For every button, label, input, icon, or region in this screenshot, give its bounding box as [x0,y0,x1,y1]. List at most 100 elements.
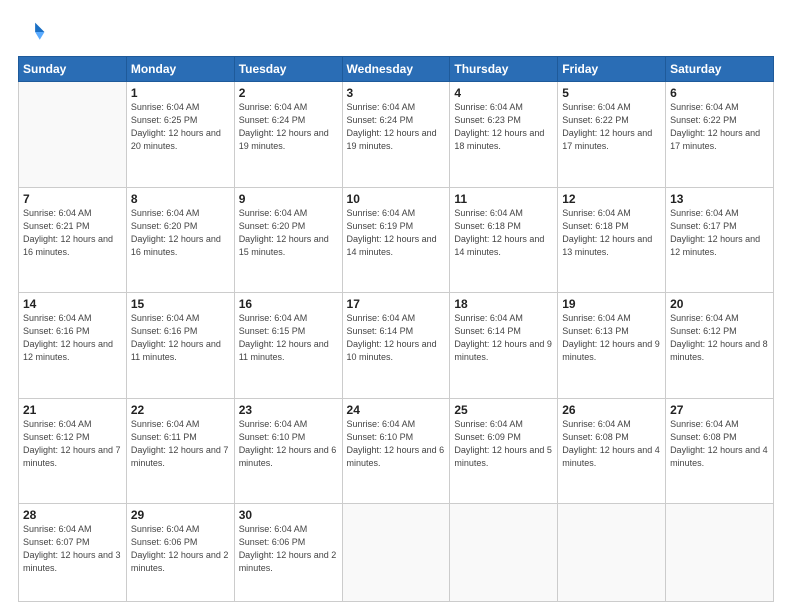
day-number: 30 [239,508,338,522]
calendar-cell: 8Sunrise: 6:04 AMSunset: 6:20 PMDaylight… [126,187,234,293]
day-info: Sunrise: 6:04 AMSunset: 6:14 PMDaylight:… [454,312,553,364]
day-info: Sunrise: 6:04 AMSunset: 6:21 PMDaylight:… [23,207,122,259]
weekday-header-tuesday: Tuesday [234,57,342,82]
day-info: Sunrise: 6:04 AMSunset: 6:15 PMDaylight:… [239,312,338,364]
calendar-cell: 5Sunrise: 6:04 AMSunset: 6:22 PMDaylight… [558,82,666,188]
calendar-week-row: 21Sunrise: 6:04 AMSunset: 6:12 PMDayligh… [19,398,774,504]
calendar-cell: 11Sunrise: 6:04 AMSunset: 6:18 PMDayligh… [450,187,558,293]
calendar-cell: 7Sunrise: 6:04 AMSunset: 6:21 PMDaylight… [19,187,127,293]
calendar-cell: 13Sunrise: 6:04 AMSunset: 6:17 PMDayligh… [666,187,774,293]
day-number: 18 [454,297,553,311]
day-info: Sunrise: 6:04 AMSunset: 6:06 PMDaylight:… [239,523,338,575]
day-info: Sunrise: 6:04 AMSunset: 6:16 PMDaylight:… [131,312,230,364]
day-info: Sunrise: 6:04 AMSunset: 6:20 PMDaylight:… [131,207,230,259]
day-info: Sunrise: 6:04 AMSunset: 6:24 PMDaylight:… [239,101,338,153]
day-number: 15 [131,297,230,311]
calendar-cell: 24Sunrise: 6:04 AMSunset: 6:10 PMDayligh… [342,398,450,504]
day-number: 10 [347,192,446,206]
calendar-cell: 6Sunrise: 6:04 AMSunset: 6:22 PMDaylight… [666,82,774,188]
calendar-week-row: 28Sunrise: 6:04 AMSunset: 6:07 PMDayligh… [19,504,774,602]
calendar-cell: 12Sunrise: 6:04 AMSunset: 6:18 PMDayligh… [558,187,666,293]
day-number: 13 [670,192,769,206]
calendar-cell: 25Sunrise: 6:04 AMSunset: 6:09 PMDayligh… [450,398,558,504]
day-info: Sunrise: 6:04 AMSunset: 6:25 PMDaylight:… [131,101,230,153]
calendar-cell: 9Sunrise: 6:04 AMSunset: 6:20 PMDaylight… [234,187,342,293]
day-number: 24 [347,403,446,417]
day-info: Sunrise: 6:04 AMSunset: 6:06 PMDaylight:… [131,523,230,575]
day-number: 2 [239,86,338,100]
calendar-cell: 20Sunrise: 6:04 AMSunset: 6:12 PMDayligh… [666,293,774,399]
day-number: 22 [131,403,230,417]
calendar-cell: 1Sunrise: 6:04 AMSunset: 6:25 PMDaylight… [126,82,234,188]
day-number: 14 [23,297,122,311]
day-number: 25 [454,403,553,417]
day-info: Sunrise: 6:04 AMSunset: 6:20 PMDaylight:… [239,207,338,259]
calendar-cell [342,504,450,602]
day-info: Sunrise: 6:04 AMSunset: 6:07 PMDaylight:… [23,523,122,575]
weekday-header-sunday: Sunday [19,57,127,82]
weekday-header-thursday: Thursday [450,57,558,82]
day-info: Sunrise: 6:04 AMSunset: 6:08 PMDaylight:… [670,418,769,470]
calendar-cell: 26Sunrise: 6:04 AMSunset: 6:08 PMDayligh… [558,398,666,504]
day-info: Sunrise: 6:04 AMSunset: 6:08 PMDaylight:… [562,418,661,470]
day-info: Sunrise: 6:04 AMSunset: 6:24 PMDaylight:… [347,101,446,153]
day-number: 8 [131,192,230,206]
day-info: Sunrise: 6:04 AMSunset: 6:19 PMDaylight:… [347,207,446,259]
day-number: 26 [562,403,661,417]
page: SundayMondayTuesdayWednesdayThursdayFrid… [0,0,792,612]
calendar-cell: 21Sunrise: 6:04 AMSunset: 6:12 PMDayligh… [19,398,127,504]
day-info: Sunrise: 6:04 AMSunset: 6:18 PMDaylight:… [454,207,553,259]
calendar-cell [666,504,774,602]
day-number: 19 [562,297,661,311]
day-info: Sunrise: 6:04 AMSunset: 6:14 PMDaylight:… [347,312,446,364]
day-number: 3 [347,86,446,100]
calendar-cell: 30Sunrise: 6:04 AMSunset: 6:06 PMDayligh… [234,504,342,602]
day-info: Sunrise: 6:04 AMSunset: 6:18 PMDaylight:… [562,207,661,259]
day-info: Sunrise: 6:04 AMSunset: 6:10 PMDaylight:… [347,418,446,470]
day-number: 1 [131,86,230,100]
calendar-cell [558,504,666,602]
calendar-cell: 4Sunrise: 6:04 AMSunset: 6:23 PMDaylight… [450,82,558,188]
logo-icon [18,18,46,46]
day-number: 12 [562,192,661,206]
day-number: 17 [347,297,446,311]
header [18,18,774,46]
day-info: Sunrise: 6:04 AMSunset: 6:11 PMDaylight:… [131,418,230,470]
day-number: 20 [670,297,769,311]
day-info: Sunrise: 6:04 AMSunset: 6:09 PMDaylight:… [454,418,553,470]
calendar-cell: 23Sunrise: 6:04 AMSunset: 6:10 PMDayligh… [234,398,342,504]
calendar-week-row: 14Sunrise: 6:04 AMSunset: 6:16 PMDayligh… [19,293,774,399]
day-number: 29 [131,508,230,522]
calendar-cell: 15Sunrise: 6:04 AMSunset: 6:16 PMDayligh… [126,293,234,399]
day-info: Sunrise: 6:04 AMSunset: 6:22 PMDaylight:… [670,101,769,153]
day-info: Sunrise: 6:04 AMSunset: 6:12 PMDaylight:… [670,312,769,364]
day-number: 11 [454,192,553,206]
day-info: Sunrise: 6:04 AMSunset: 6:22 PMDaylight:… [562,101,661,153]
calendar-cell: 22Sunrise: 6:04 AMSunset: 6:11 PMDayligh… [126,398,234,504]
calendar-table: SundayMondayTuesdayWednesdayThursdayFrid… [18,56,774,602]
calendar-cell: 17Sunrise: 6:04 AMSunset: 6:14 PMDayligh… [342,293,450,399]
calendar-cell: 19Sunrise: 6:04 AMSunset: 6:13 PMDayligh… [558,293,666,399]
day-info: Sunrise: 6:04 AMSunset: 6:23 PMDaylight:… [454,101,553,153]
day-info: Sunrise: 6:04 AMSunset: 6:16 PMDaylight:… [23,312,122,364]
day-number: 5 [562,86,661,100]
calendar-cell: 14Sunrise: 6:04 AMSunset: 6:16 PMDayligh… [19,293,127,399]
calendar-cell: 3Sunrise: 6:04 AMSunset: 6:24 PMDaylight… [342,82,450,188]
day-number: 4 [454,86,553,100]
day-number: 16 [239,297,338,311]
day-info: Sunrise: 6:04 AMSunset: 6:13 PMDaylight:… [562,312,661,364]
day-number: 23 [239,403,338,417]
weekday-header-row: SundayMondayTuesdayWednesdayThursdayFrid… [19,57,774,82]
weekday-header-monday: Monday [126,57,234,82]
day-number: 9 [239,192,338,206]
calendar-week-row: 7Sunrise: 6:04 AMSunset: 6:21 PMDaylight… [19,187,774,293]
day-number: 28 [23,508,122,522]
calendar-cell [450,504,558,602]
weekday-header-friday: Friday [558,57,666,82]
calendar-cell: 27Sunrise: 6:04 AMSunset: 6:08 PMDayligh… [666,398,774,504]
day-info: Sunrise: 6:04 AMSunset: 6:10 PMDaylight:… [239,418,338,470]
day-number: 21 [23,403,122,417]
calendar-cell: 10Sunrise: 6:04 AMSunset: 6:19 PMDayligh… [342,187,450,293]
calendar-cell [19,82,127,188]
day-info: Sunrise: 6:04 AMSunset: 6:17 PMDaylight:… [670,207,769,259]
